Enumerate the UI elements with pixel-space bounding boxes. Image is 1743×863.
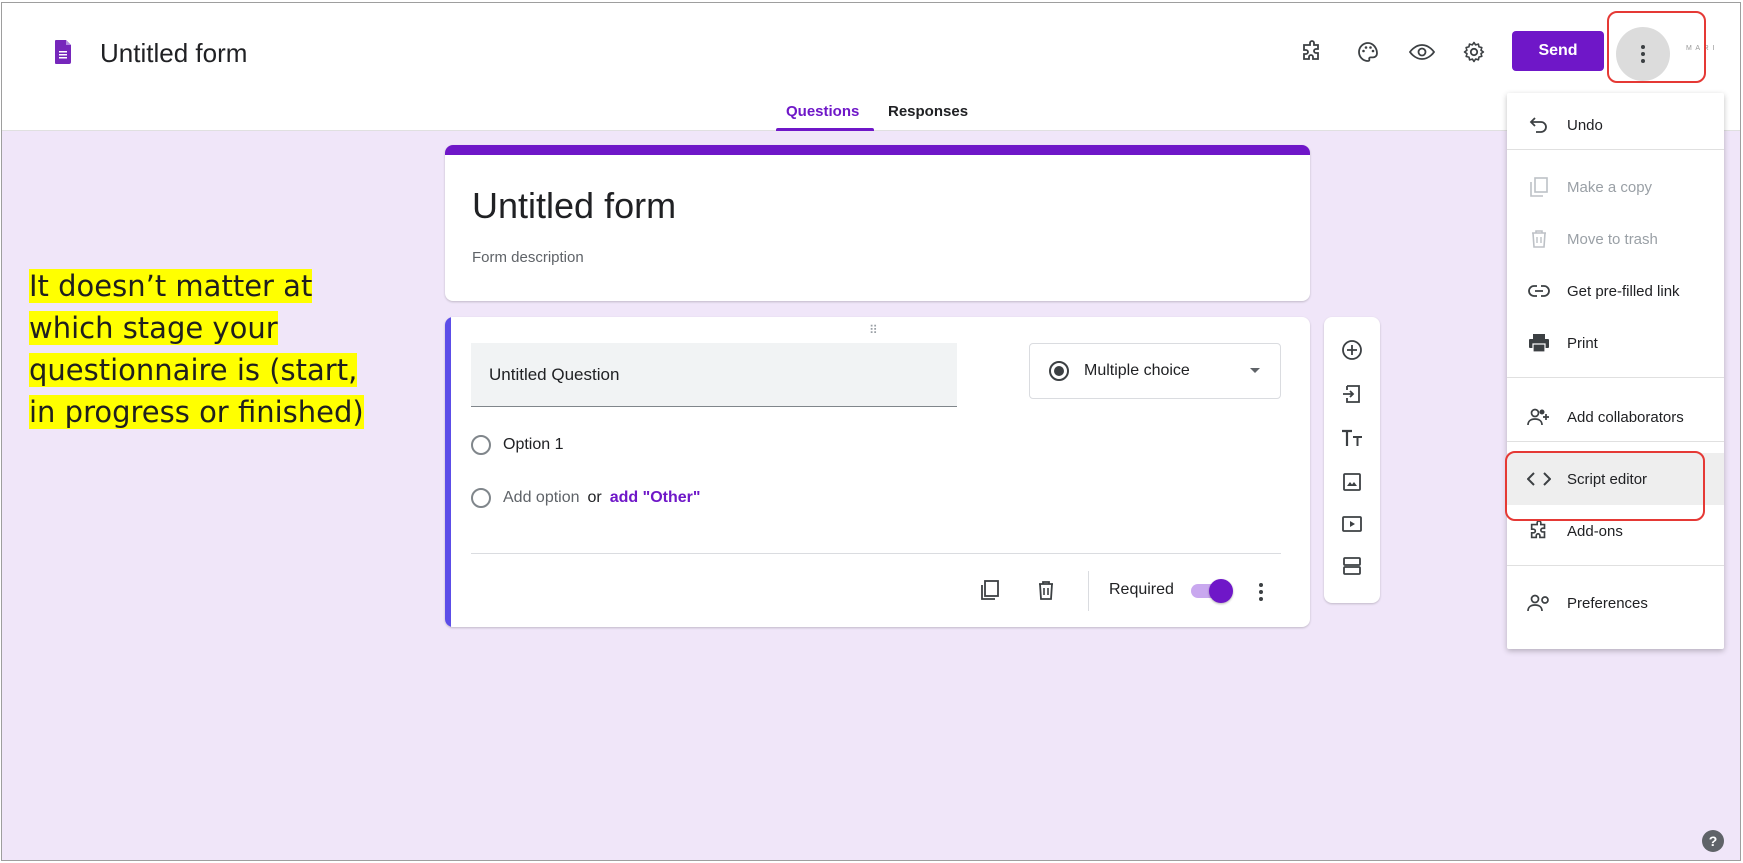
undo-icon xyxy=(1527,113,1551,137)
delete-icon[interactable] xyxy=(1031,575,1061,605)
required-label: Required xyxy=(1109,581,1174,598)
puzzle-icon[interactable] xyxy=(1296,36,1328,68)
drag-handle-icon[interactable]: ⠿ xyxy=(869,323,879,337)
add-video-icon[interactable] xyxy=(1337,509,1367,539)
form-title[interactable]: Untitled form xyxy=(472,185,676,227)
add-question-icon[interactable] xyxy=(1337,335,1367,365)
question-title-text: Untitled Question xyxy=(489,365,620,384)
radio-circle-icon xyxy=(471,435,491,455)
tab-questions[interactable]: Questions xyxy=(786,103,859,120)
question-card[interactable]: ⠿ Untitled Question Multiple choice Opti… xyxy=(445,317,1310,627)
menu-item-undo[interactable]: Undo xyxy=(1507,99,1724,151)
more-options-menu: Undo Make a copy Move to trash Get pre-f… xyxy=(1507,93,1724,649)
accent-bar xyxy=(445,145,1310,155)
menu-divider xyxy=(1507,441,1724,442)
import-questions-icon[interactable] xyxy=(1337,379,1367,409)
active-card-indicator xyxy=(445,317,451,627)
menu-divider xyxy=(1507,377,1724,378)
or-label: or xyxy=(587,489,602,506)
menu-item-move-to-trash[interactable]: Move to trash xyxy=(1507,213,1724,265)
top-bar: Untitled form Send M A R I Questions Res… xyxy=(2,3,1740,131)
app-title[interactable]: Untitled form xyxy=(100,38,247,69)
annotation-text: It doesn’t matter at which stage your qu… xyxy=(29,265,409,433)
more-vert-icon[interactable] xyxy=(1249,577,1273,607)
toggle-knob xyxy=(1209,579,1233,603)
person-settings-icon xyxy=(1527,591,1551,615)
menu-divider xyxy=(1507,149,1724,150)
menu-item-label: Print xyxy=(1567,334,1598,352)
menu-item-prefilled-link[interactable]: Get pre-filled link xyxy=(1507,265,1724,317)
help-icon[interactable]: ? xyxy=(1702,830,1724,852)
link-icon xyxy=(1527,279,1551,303)
active-tab-indicator xyxy=(776,128,874,131)
menu-item-label: Move to trash xyxy=(1567,230,1658,248)
floating-toolbar xyxy=(1324,317,1380,603)
eye-icon[interactable] xyxy=(1406,36,1438,68)
form-header-card[interactable]: Untitled form Form description xyxy=(445,145,1310,301)
palette-icon[interactable] xyxy=(1352,36,1384,68)
menu-item-label: Get pre-filled link xyxy=(1567,282,1680,300)
add-option-row: Add option or add "Other" xyxy=(471,488,700,508)
menu-item-print[interactable]: Print xyxy=(1507,317,1724,369)
radio-circle-icon xyxy=(471,488,491,508)
duplicate-icon[interactable] xyxy=(975,575,1005,605)
title-text-icon[interactable] xyxy=(1337,423,1367,453)
menu-item-preferences[interactable]: Preferences xyxy=(1507,577,1724,629)
question-type-dropdown[interactable]: Multiple choice xyxy=(1029,343,1281,399)
tab-bar: Questions Responses xyxy=(2,99,1740,131)
more-button-callout xyxy=(1607,11,1706,83)
add-option-link[interactable]: Add option xyxy=(503,489,580,507)
script-editor-callout xyxy=(1505,451,1705,521)
question-type-label: Multiple choice xyxy=(1084,362,1190,379)
form-description-field[interactable]: Form description xyxy=(472,249,584,266)
menu-item-label: Add-ons xyxy=(1567,522,1623,540)
trash-icon xyxy=(1527,227,1551,251)
menu-item-label: Make a copy xyxy=(1567,178,1653,196)
chevron-down-icon xyxy=(1250,368,1260,373)
puzzle-icon xyxy=(1527,519,1551,543)
tab-responses[interactable]: Responses xyxy=(888,103,968,120)
menu-item-make-copy[interactable]: Make a copy xyxy=(1507,161,1724,213)
add-other-link[interactable]: add "Other" xyxy=(610,489,701,507)
annotation-line: in progress or finished) xyxy=(29,395,364,429)
app-window: Untitled form Send M A R I Questions Res… xyxy=(1,2,1741,861)
question-title-input[interactable]: Untitled Question xyxy=(471,343,957,407)
option-row[interactable]: Option 1 xyxy=(471,435,563,455)
gear-icon[interactable] xyxy=(1458,36,1490,68)
divider xyxy=(471,553,1281,554)
radio-button-icon xyxy=(1049,361,1069,381)
add-image-icon[interactable] xyxy=(1337,467,1367,497)
send-button[interactable]: Send xyxy=(1512,31,1604,71)
copy-icon xyxy=(1527,175,1551,199)
vertical-divider xyxy=(1088,571,1089,611)
required-toggle[interactable] xyxy=(1187,579,1233,603)
annotation-line: questionnaire is (start, xyxy=(29,353,358,387)
add-section-icon[interactable] xyxy=(1337,551,1367,581)
option-label[interactable]: Option 1 xyxy=(503,436,563,454)
menu-item-label: Add collaborators xyxy=(1567,408,1684,426)
print-icon xyxy=(1527,331,1551,355)
menu-item-label: Undo xyxy=(1567,116,1603,134)
forms-doc-icon xyxy=(55,40,71,64)
menu-item-label: Preferences xyxy=(1567,594,1648,612)
add-people-icon xyxy=(1527,405,1551,429)
annotation-line: It doesn’t matter at xyxy=(29,269,313,303)
annotation-line: which stage your xyxy=(29,311,278,345)
menu-divider xyxy=(1507,565,1724,566)
menu-item-add-collaborators[interactable]: Add collaborators xyxy=(1507,391,1724,443)
